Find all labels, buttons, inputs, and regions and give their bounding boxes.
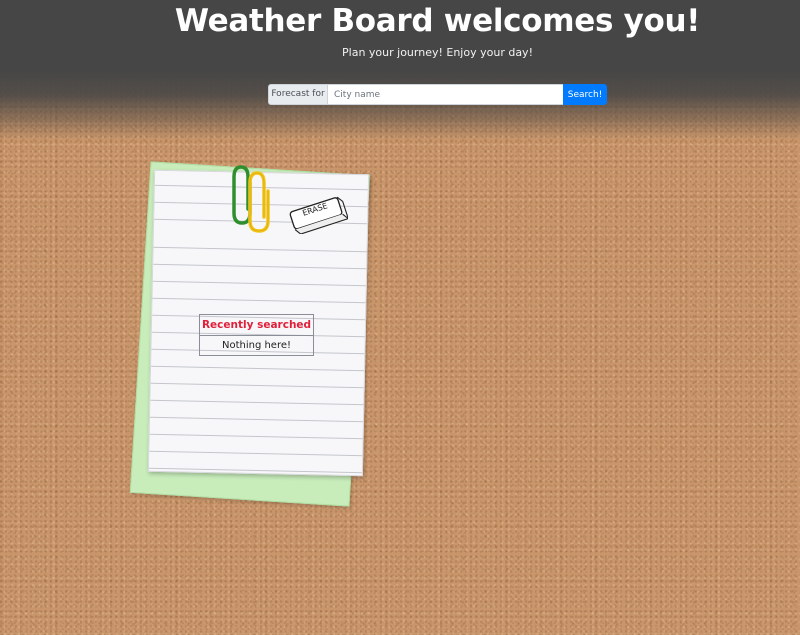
search-button[interactable]: Search!	[563, 84, 607, 105]
page-title: Weather Board welcomes you!	[174, 3, 701, 39]
header-banner: Weather Board welcomes you! Plan your jo…	[0, 0, 800, 140]
empty-history-message: Nothing here!	[221, 340, 292, 351]
search-form: Forecast for Search!	[268, 84, 607, 105]
paperclip-icon	[232, 165, 270, 233]
recently-searched-list: Recently searched Nothing here!	[199, 314, 314, 356]
page-subtitle: Plan your journey! Enjoy your day!	[342, 46, 533, 59]
city-search-input[interactable]	[328, 84, 563, 105]
forecast-for-label: Forecast for	[268, 84, 328, 105]
recently-searched-heading: Recently searched	[200, 315, 313, 336]
